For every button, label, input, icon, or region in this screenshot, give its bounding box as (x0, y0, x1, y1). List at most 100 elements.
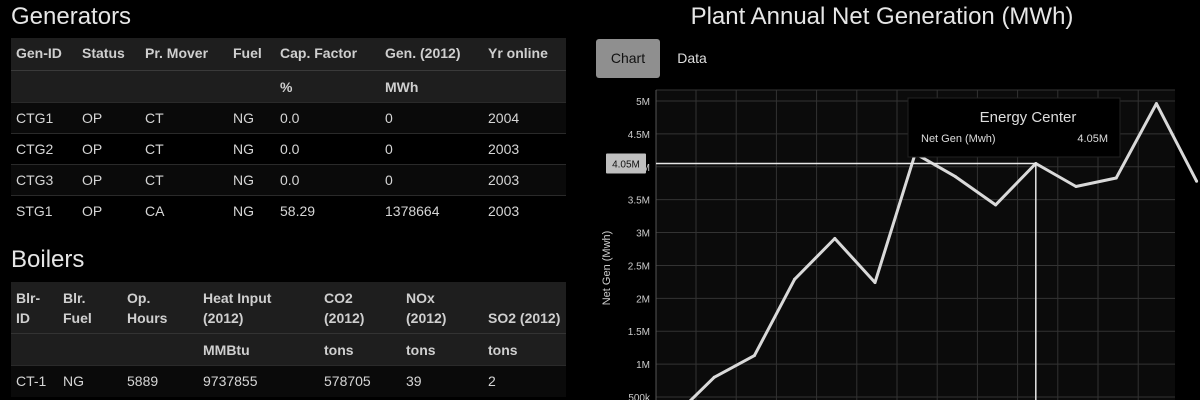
unit-label: MMBtu (203, 341, 250, 358)
column-header[interactable]: Gen-ID (11, 38, 77, 71)
unit-label (140, 70, 228, 102)
table-cell: CT (140, 101, 228, 133)
column-header[interactable]: Blr- ID (11, 282, 58, 334)
table-row: CTG2 OP CT NG 0.0 0 2003 (11, 132, 566, 164)
tab-chart[interactable]: Chart (596, 39, 660, 78)
chart-title: Plant Annual Net Generation (MWh) (690, 3, 1074, 30)
table-cell: CT-1 (11, 364, 58, 397)
y-tick-label: 3M (636, 229, 650, 240)
unit-label (58, 333, 122, 365)
boilers-units-row: MMBtu tons tons tons (11, 333, 566, 365)
data-point (994, 203, 998, 207)
table-cell: 2004 (483, 101, 566, 133)
table-row: CTG1 OP CT NG 0.0 0 2004 (11, 101, 566, 133)
table-cell: OP (77, 132, 140, 164)
y-tick-label: 1M (636, 360, 650, 371)
data-point (1154, 102, 1158, 106)
data-point (1114, 176, 1118, 180)
table-cell: 0 (380, 101, 483, 133)
table-cell: 9737855 (198, 364, 319, 397)
unit-label: tons (324, 341, 354, 358)
column-header[interactable]: Blr. Fuel (58, 282, 122, 334)
tooltip-title: Energy Center (980, 109, 1077, 126)
table-cell: 0.0 (275, 163, 380, 195)
column-header[interactable]: Gen. (2012) (380, 38, 483, 71)
y-tick-label: 2.5M (628, 261, 650, 272)
column-header[interactable]: Status (77, 38, 140, 71)
data-point (1074, 185, 1078, 189)
column-header[interactable]: CO2 (2012) (319, 282, 401, 334)
unit-label: tons (406, 341, 436, 358)
table-cell: 58.29 (275, 194, 380, 226)
column-header[interactable]: Heat Input (2012) (198, 282, 319, 334)
data-point (752, 354, 756, 358)
table-cell: CT (140, 163, 228, 195)
column-header[interactable]: Yr online (483, 38, 566, 71)
table-cell: OP (77, 163, 140, 195)
data-point (793, 277, 797, 281)
boilers-table: Blr- ID Blr. Fuel Op. Hours Heat Input (2012… (11, 282, 566, 397)
column-header[interactable]: Cap. Factor (275, 38, 380, 71)
unit-label: MWh (385, 78, 419, 95)
unit-label (11, 70, 77, 102)
table-cell: 1378664 (380, 194, 483, 226)
y-tick-label: 4.5M (628, 130, 650, 141)
table-cell: 0.0 (275, 132, 380, 164)
generators-table: Gen-ID Status Pr. Mover Fuel Cap. Factor… (11, 38, 566, 226)
table-cell: 0.0 (275, 101, 380, 133)
unit-label (11, 333, 58, 365)
tooltip-value: 4.05M (1077, 133, 1108, 145)
table-cell: OP (77, 194, 140, 226)
unit-label (228, 70, 275, 102)
generators-units-row: % MWh (11, 70, 566, 102)
unit-label: tons (488, 341, 518, 358)
y-tick-label: 500k (628, 393, 651, 400)
data-point (953, 175, 957, 179)
y-tick-label: 1.5M (628, 327, 650, 338)
table-cell: 5889 (122, 364, 198, 397)
column-header[interactable]: Pr. Mover (140, 38, 228, 71)
boilers-header-row: Blr- ID Blr. Fuel Op. Hours Heat Input (2012… (11, 282, 566, 334)
boilers-title: Boilers (11, 246, 85, 273)
table-cell: 0 (380, 163, 483, 195)
table-cell: 2003 (483, 132, 566, 164)
generators-header-row: Gen-ID Status Pr. Mover Fuel Cap. Factor… (11, 38, 566, 71)
table-cell: 2 (483, 364, 566, 397)
column-header[interactable]: SO2 (2012) (483, 282, 566, 334)
unit-label (483, 70, 566, 102)
column-header[interactable]: NOx (2012) (401, 282, 483, 334)
table-cell: NG (228, 132, 275, 164)
table-cell: STG1 (11, 194, 77, 226)
net-generation-chart[interactable]: 500k1M1.5M2M2.5M3M3.5M4M4.5M5MNet Gen (M… (582, 85, 1200, 400)
generators-title: Generators (11, 3, 132, 30)
table-row: CTG3 OP CT NG 0.0 0 2003 (11, 163, 566, 195)
table-cell: 2003 (483, 163, 566, 195)
table-cell: NG (228, 101, 275, 133)
table-cell: CTG1 (11, 101, 77, 133)
tab-data[interactable]: Data (667, 39, 717, 78)
table-cell: 2003 (483, 194, 566, 226)
data-point (833, 236, 837, 240)
column-header[interactable]: Fuel (228, 38, 275, 71)
y-tick-label: 2M (636, 294, 650, 305)
unit-label: % (280, 78, 293, 95)
table-cell: NG (58, 364, 122, 397)
table-cell: CT (140, 132, 228, 164)
table-cell: NG (228, 194, 275, 226)
unit-label (122, 333, 198, 365)
table-cell: CTG3 (11, 163, 77, 195)
table-row: STG1 OP CA NG 58.29 1378664 2003 (11, 194, 566, 226)
tooltip-label: Net Gen (Mwh) (921, 133, 996, 145)
y-tick-label: 3.5M (628, 196, 650, 207)
table-cell: 578705 (319, 364, 401, 397)
table-cell: CA (140, 194, 228, 226)
data-point (873, 281, 877, 285)
table-cell: NG (228, 163, 275, 195)
table-cell: 39 (401, 364, 483, 397)
data-point (712, 375, 716, 379)
y-tick-label: 5M (636, 97, 650, 108)
table-cell: OP (77, 101, 140, 133)
crosshair-value-label: 4.05M (612, 159, 640, 170)
table-cell: 0 (380, 132, 483, 164)
column-header[interactable]: Op. Hours (122, 282, 198, 334)
